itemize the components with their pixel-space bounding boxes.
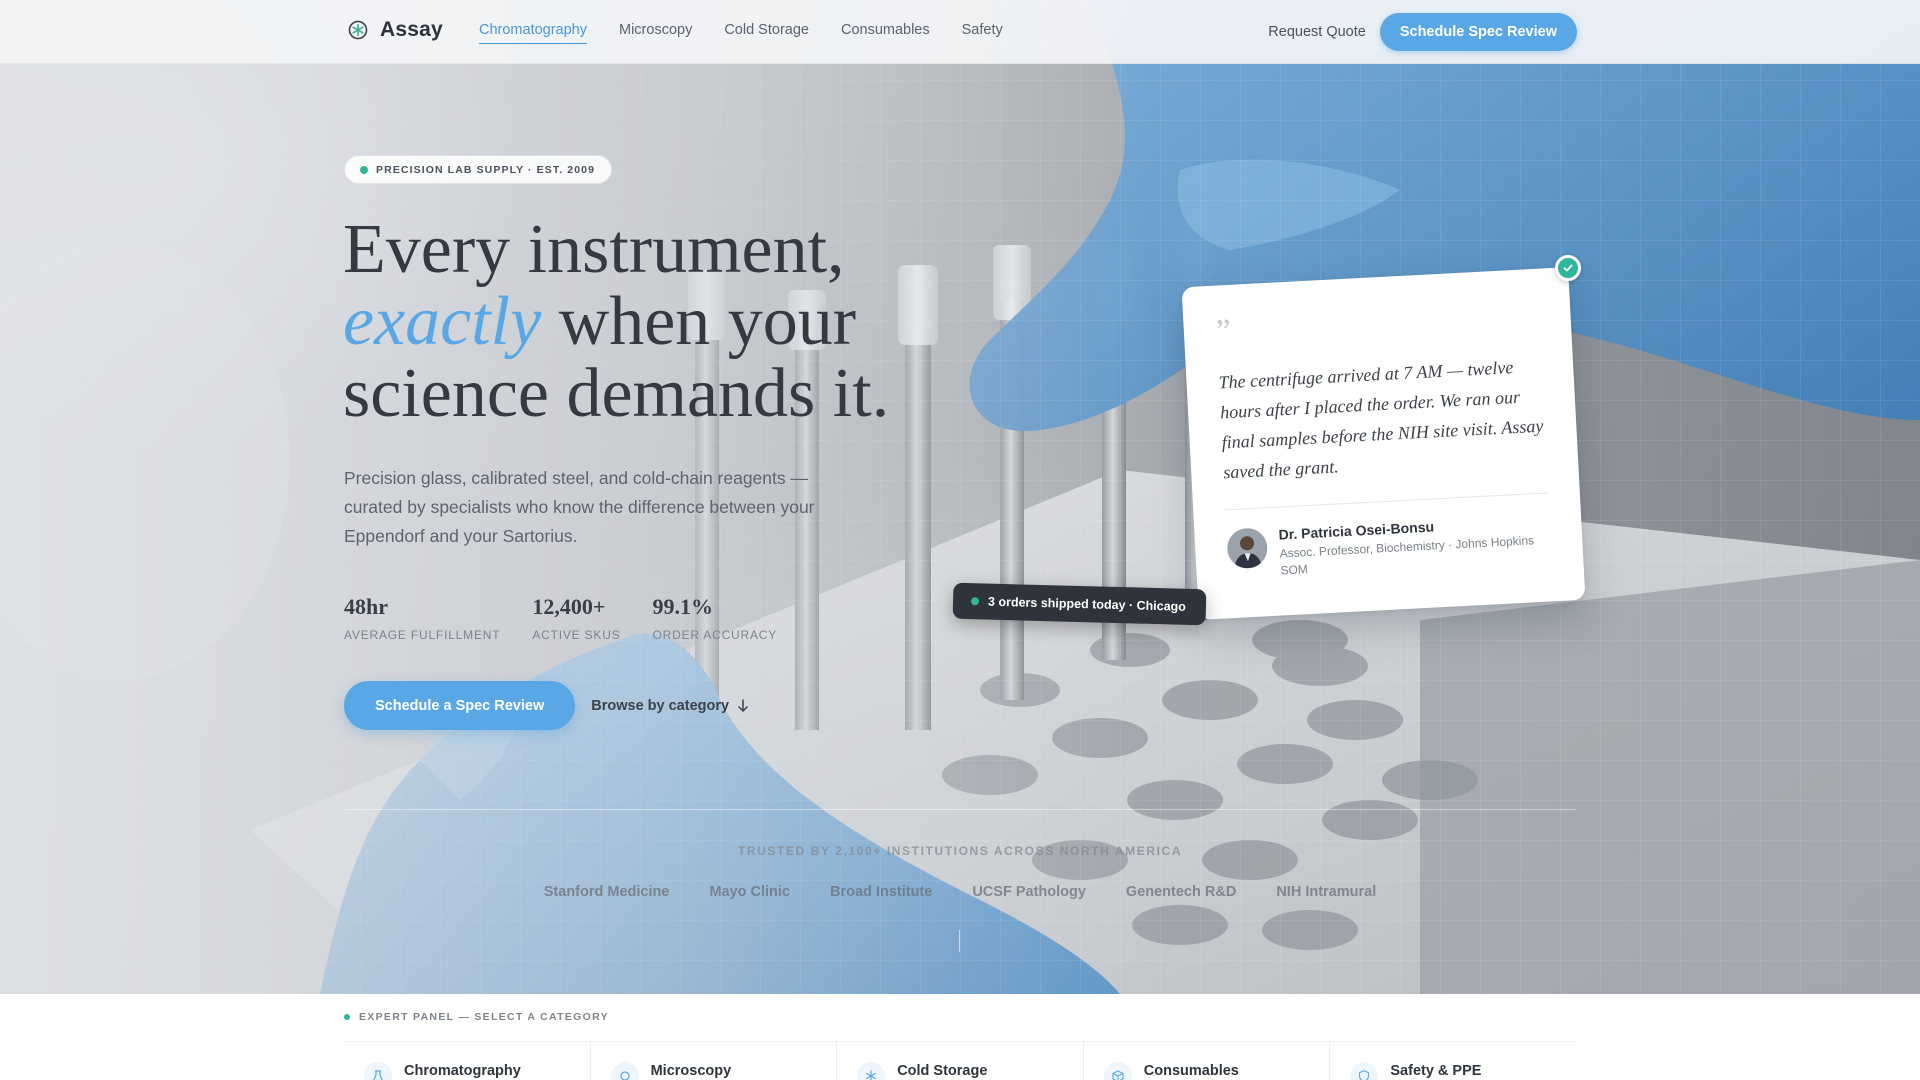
headline-line-2: when your <box>541 283 857 360</box>
flask-snowflake-icon <box>348 20 368 40</box>
testimonial-card: ” The centrifuge arrived at 7 AM — twelv… <box>1181 267 1586 620</box>
nav-actions: Request Quote Schedule Spec Review <box>1266 13 1577 51</box>
hero-headline: Every instrument, exactly when your scie… <box>343 214 1043 430</box>
headline-line-1: Every instrument, <box>343 211 845 288</box>
expert-panel: EXPERT PANEL — SELECT A CATEGORY Chromat… <box>0 994 1920 1080</box>
eyebrow-text: PRECISION LAB SUPPLY · EST. 2009 <box>376 163 596 176</box>
live-dot-icon <box>970 597 980 606</box>
category-name: Microscopy <box>650 1063 732 1079</box>
nav-link-chromatography[interactable]: Chromatography <box>479 22 587 44</box>
check-icon <box>1563 264 1573 272</box>
avatar <box>1226 527 1269 570</box>
stat-value: 48hr <box>344 594 388 619</box>
top-navbar: Assay Chromatography Microscopy Cold Sto… <box>0 0 1920 64</box>
browse-by-category-label: Browse by category <box>591 697 730 714</box>
divider <box>1225 492 1548 511</box>
category-consumables[interactable]: Consumables <box>1084 1042 1331 1080</box>
headline-emphasis: exactly <box>343 283 542 360</box>
request-quote-link[interactable]: Request Quote <box>1266 24 1368 40</box>
trust-logo: Stanford Medicine <box>543 884 670 900</box>
category-name: Chromatography <box>404 1063 521 1079</box>
category-tabs: Chromatography Microscopy Cold Storage C… <box>344 1041 1576 1080</box>
category-chromatography[interactable]: Chromatography <box>344 1042 591 1080</box>
trust-logo: Genentech R&D <box>1125 884 1237 900</box>
trust-logo: NIH Intramural <box>1276 884 1377 900</box>
arrow-down-icon <box>738 698 748 712</box>
category-name: Consumables <box>1143 1063 1239 1079</box>
stat-value: 12,400+ <box>532 594 606 619</box>
testimonial-quote: The centrifuge arrived at 7 AM — twelve … <box>1218 357 1544 483</box>
nav-link-consumables[interactable]: Consumables <box>841 22 930 44</box>
trust-label: TRUSTED BY 2,100+ INSTITUTIONS ACROSS NO… <box>737 844 1183 858</box>
panel-label-text: EXPERT PANEL — SELECT A CATEGORY <box>359 1011 609 1023</box>
brand-name: Assay <box>380 18 443 41</box>
brand[interactable]: Assay <box>348 18 443 42</box>
quote-mark-icon: ” <box>1214 312 1232 351</box>
category-name: Cold Storage <box>897 1063 988 1079</box>
testimonial-author: Dr. Patricia Osei-Bonsu Assoc. Professor… <box>1226 512 1558 582</box>
stat-skus: 12,400+ ACTIVE SKUS <box>532 594 620 642</box>
author-meta: Dr. Patricia Osei-Bonsu Assoc. Professor… <box>1278 512 1558 579</box>
verified-badge <box>1555 255 1581 281</box>
nav-link-microscopy[interactable]: Microscopy <box>619 22 692 44</box>
eyebrow-badge: PRECISION LAB SUPPLY · EST. 2009 <box>344 155 613 184</box>
nav-link-cold-storage[interactable]: Cold Storage <box>724 22 809 44</box>
shipping-notice: 3 orders shipped today · Chicago <box>952 582 1207 626</box>
trust-divider <box>344 809 1576 810</box>
nav-link-safety[interactable]: Safety <box>962 22 1003 44</box>
stat-fulfillment: 48hr AVERAGE FULFILLMENT <box>344 594 500 642</box>
hero-description: Precision glass, calibrated steel, and c… <box>344 468 815 546</box>
shipping-notice-text: 3 orders shipped today · Chicago <box>987 594 1187 614</box>
category-name: Safety & PPE <box>1390 1063 1482 1079</box>
status-dot-icon <box>360 165 368 174</box>
trust-logo: UCSF Pathology <box>972 884 1086 900</box>
primary-nav: Chromatography Microscopy Cold Storage C… <box>479 22 1003 44</box>
panel-label: EXPERT PANEL — SELECT A CATEGORY <box>344 1011 609 1023</box>
hero-stats: 48hr AVERAGE FULFILLMENT 12,400+ ACTIVE … <box>344 594 809 642</box>
shield-icon <box>1350 1062 1379 1080</box>
snowflake-icon <box>857 1062 886 1080</box>
schedule-a-spec-review-button[interactable]: Schedule a Spec Review <box>344 681 576 730</box>
status-dot-icon <box>344 1014 350 1020</box>
box-icon <box>1103 1062 1132 1080</box>
stat-label: ORDER ACCURACY <box>652 628 778 642</box>
stat-accuracy: 99.1% ORDER ACCURACY <box>653 594 778 642</box>
trust-logos: Stanford Medicine Mayo Clinic Broad Inst… <box>0 884 1920 900</box>
scroll-indicator <box>959 930 960 952</box>
hero-cta-row: Schedule a Spec Review Browse by categor… <box>344 681 749 730</box>
stat-label: ACTIVE SKUS <box>532 628 621 642</box>
headline-line-3: science demands it. <box>343 355 890 432</box>
category-cold-storage[interactable]: Cold Storage <box>837 1042 1084 1080</box>
schedule-spec-review-button[interactable]: Schedule Spec Review <box>1379 13 1577 51</box>
category-safety-ppe[interactable]: Safety & PPE <box>1330 1042 1576 1080</box>
category-microscopy[interactable]: Microscopy <box>591 1042 838 1080</box>
trust-logo: Broad Institute <box>830 884 933 900</box>
trust-logo: Mayo Clinic <box>709 884 791 900</box>
flask-icon <box>364 1062 392 1080</box>
stat-label: AVERAGE FULFILLMENT <box>344 628 501 642</box>
lens-icon <box>610 1062 639 1080</box>
stat-value: 99.1% <box>652 594 714 619</box>
browse-by-category-link[interactable]: Browse by category <box>591 698 749 714</box>
